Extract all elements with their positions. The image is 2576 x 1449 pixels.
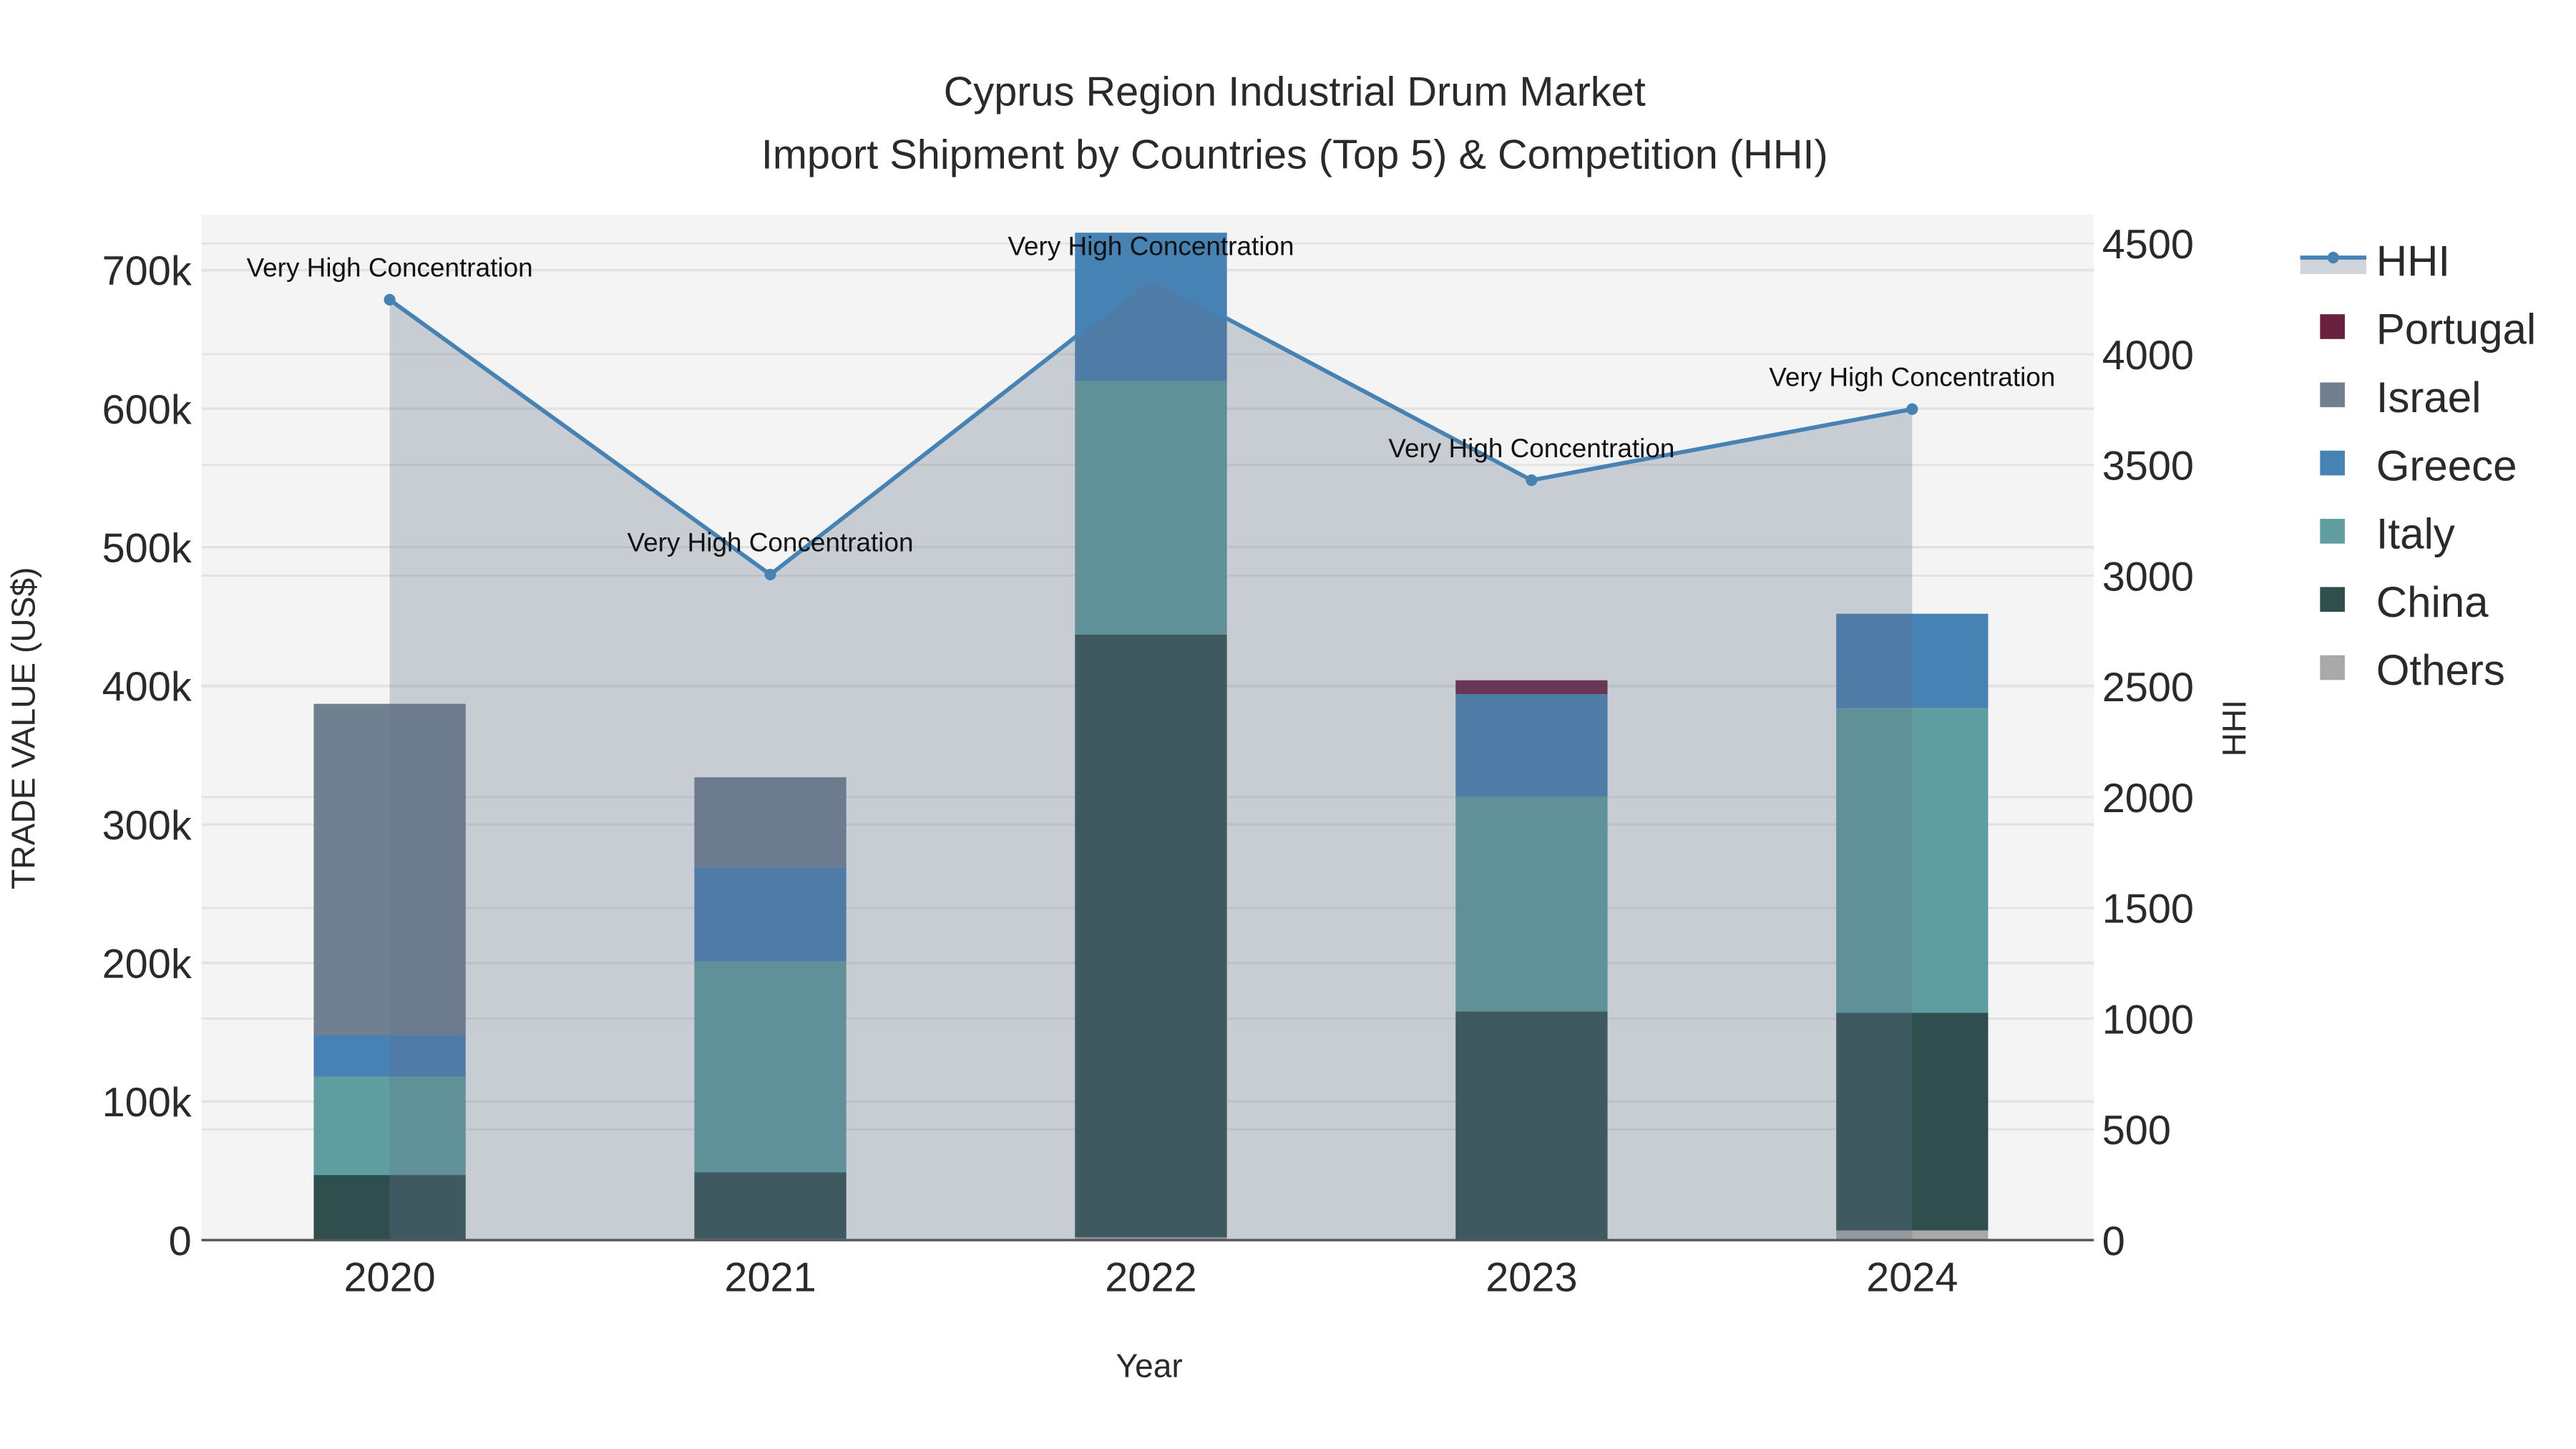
hhi-point-2024 [1906, 403, 1918, 415]
y-tick-label: 0 [169, 1219, 192, 1264]
y2-tick-label: 2500 [2102, 665, 2194, 711]
x-axis-title: Year [1116, 1347, 1183, 1385]
legend-label-italy: Italy [2376, 510, 2455, 558]
legend-swatch-others [2320, 655, 2345, 680]
x-tick-label: 2020 [343, 1255, 435, 1301]
x-tick-label: 2021 [724, 1255, 816, 1301]
y2-tick-label: 0 [2102, 1219, 2125, 1264]
hhi-point-2023 [1526, 474, 1538, 487]
x-tick-label: 2022 [1105, 1255, 1196, 1301]
legend-swatch-china [2320, 587, 2345, 612]
legend-label-hhi: HHI [2376, 237, 2450, 285]
legend-swatch-italy [2320, 519, 2345, 544]
y2-tick-label: 500 [2102, 1108, 2171, 1153]
hhi-annotation: Very High Concentration [628, 528, 914, 557]
hhi-annotation: Very High Concentration [1388, 434, 1674, 463]
legend-swatch-greece [2320, 450, 2345, 476]
y-tick-label: 400k [102, 664, 192, 710]
hhi-annotation: Very High Concentration [1008, 232, 1294, 261]
y-tick-label: 300k [102, 803, 192, 849]
y-tick-label: 200k [102, 942, 192, 987]
legend-label-portugal: Portugal [2376, 306, 2536, 353]
hhi-annotation: Very High Concentration [1769, 362, 2055, 391]
y2-tick-label: 4500 [2102, 222, 2194, 268]
y2-tick-label: 4000 [2102, 333, 2194, 379]
legend-label-china: China [2376, 578, 2489, 626]
x-tick-label: 2023 [1485, 1255, 1577, 1301]
legend-swatch-hhi-marker [2327, 251, 2339, 264]
y2-tick-label: 2000 [2102, 776, 2194, 821]
y-tick-label: 600k [102, 387, 192, 433]
y-axis-title: TRADE VALUE (US$) [4, 567, 42, 889]
legend-swatch-portugal [2320, 314, 2345, 339]
legend-label-israel: Israel [2376, 374, 2482, 421]
legend-label-greece: Greece [2376, 441, 2517, 489]
y2-axis-title: HHI [2215, 700, 2253, 756]
y-tick-label: 700k [102, 248, 192, 294]
legend-label-others: Others [2376, 646, 2505, 694]
hhi-point-2020 [384, 293, 396, 306]
legend-swatch-israel [2320, 382, 2345, 408]
y-tick-label: 100k [102, 1080, 192, 1126]
y2-tick-label: 1000 [2102, 997, 2194, 1043]
chart-title: Cyprus Region Industrial Drum Market [944, 69, 1646, 115]
legend: HHI Portugal Israel Greece Italy China Others [2300, 237, 2536, 694]
y2-tick-label: 1500 [2102, 887, 2194, 932]
chart-subtitle: Import Shipment by Countries (Top 5) & C… [761, 132, 1828, 177]
y-tick-label: 500k [102, 526, 192, 572]
hhi-point-2021 [764, 568, 776, 581]
hhi-point-2022 [1145, 272, 1157, 284]
y2-tick-label: 3000 [2102, 554, 2194, 600]
chart: 0 100k 200k 300k 400k 500k 600k 700k 0 500 1000 15… [4, 69, 2536, 1385]
y2-tick-label: 3500 [2102, 444, 2194, 489]
x-tick-label: 2024 [1866, 1255, 1958, 1301]
hhi-annotation: Very High Concentration [247, 253, 533, 283]
